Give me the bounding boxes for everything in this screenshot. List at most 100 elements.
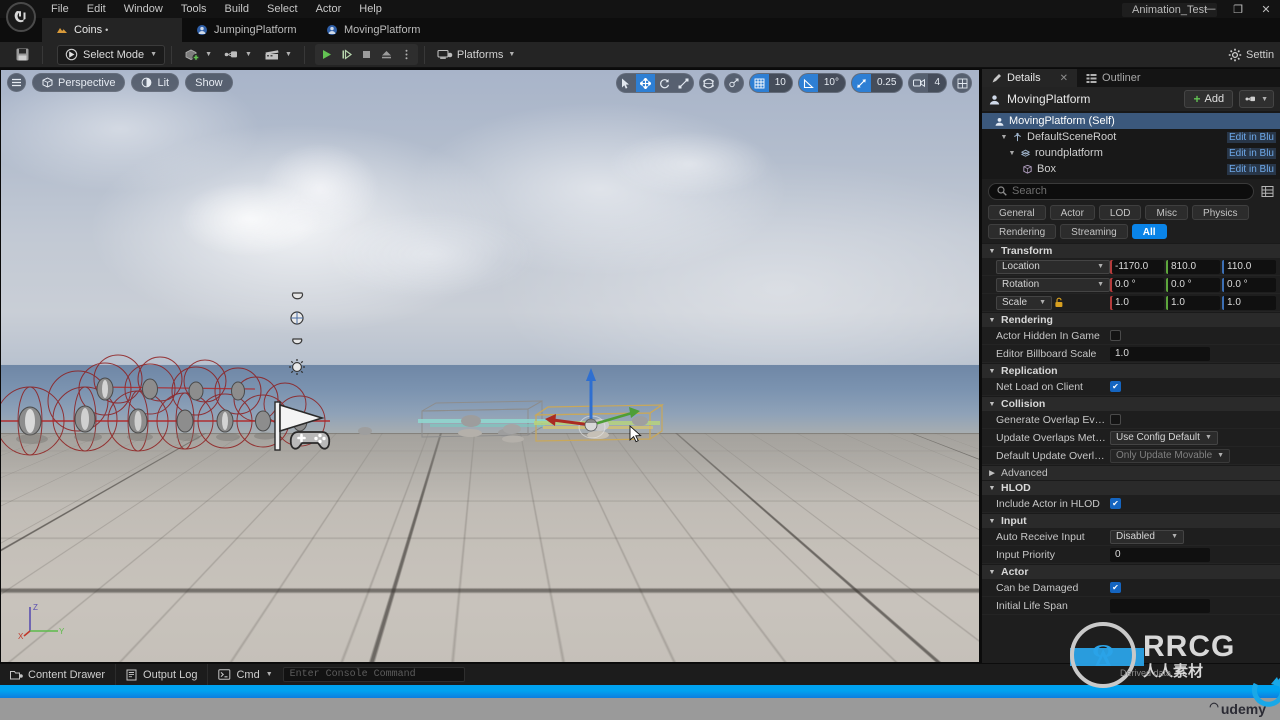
section-header-collision[interactable]: ▼ Collision	[982, 396, 1280, 411]
column-filter-icon[interactable]	[1259, 183, 1275, 199]
console-command-input[interactable]: Enter Console Command	[282, 667, 465, 682]
expand-arrow-icon[interactable]: ▼	[1000, 134, 1008, 141]
chip-general[interactable]: General	[988, 205, 1046, 220]
chip-actor[interactable]: Actor	[1049, 205, 1095, 220]
chip-all[interactable]: All	[1131, 224, 1167, 239]
scale-snap-value[interactable]: 0.25	[870, 74, 903, 92]
initial-life-span-input[interactable]	[1110, 598, 1210, 613]
grid-snap-value[interactable]: 10	[768, 74, 792, 92]
section-header-advanced[interactable]: ▶ Advanced	[982, 465, 1280, 480]
select-tool-button[interactable]	[617, 74, 636, 92]
include-actor-in-hlod-checkbox[interactable]	[1110, 498, 1121, 509]
location-y-input[interactable]: 810.0	[1166, 259, 1220, 274]
chip-physics[interactable]: Physics	[1192, 205, 1249, 220]
editor-mode-selector[interactable]: Select Mode ▼	[57, 44, 166, 65]
component-row-roundplatform[interactable]: ▼ roundplatform Edit in Blu	[982, 145, 1280, 161]
generate-overlap-events-checkbox[interactable]	[1110, 414, 1121, 425]
move-tool-button[interactable]	[635, 74, 655, 92]
level-viewport[interactable]: Perspective Lit Show 10 10° 0.25 4 Z Y X	[0, 69, 980, 663]
scale-tool-button[interactable]	[674, 74, 693, 92]
maximize-button[interactable]: ❐	[1224, 0, 1252, 18]
play-options-button[interactable]	[397, 45, 416, 64]
maximize-viewport-button[interactable]	[952, 73, 972, 93]
rotation-x-input[interactable]: 0.0 °	[1110, 277, 1164, 292]
platforms-button[interactable]: Platforms ▼	[431, 45, 521, 65]
tab-jumpingplatform[interactable]: JumpingPlatform	[182, 18, 312, 42]
expand-arrow-icon[interactable]: ▼	[1008, 150, 1016, 157]
cmd-button[interactable]: Cmd ▼	[208, 664, 276, 686]
search-input[interactable]: Search	[988, 182, 1254, 200]
section-header-transform[interactable]: ▼ Transform	[982, 243, 1280, 258]
component-row-defaultsceneroot[interactable]: ▼ DefaultSceneRoot Edit in Blu	[982, 129, 1280, 145]
eject-button[interactable]	[377, 45, 396, 64]
menu-item-actor[interactable]: Actor	[307, 0, 351, 18]
tab-outliner[interactable]: Outliner	[1077, 69, 1150, 87]
location-z-input[interactable]: 110.0	[1222, 259, 1276, 274]
tab-details[interactable]: Details ✕	[982, 69, 1078, 87]
grid-snap-toggle[interactable]	[749, 74, 769, 92]
menu-item-file[interactable]: File	[42, 0, 78, 18]
settings-button[interactable]: Settin	[1228, 42, 1276, 68]
component-row-box[interactable]: Box Edit in Blu	[982, 161, 1280, 177]
rotation-y-input[interactable]: 0.0 °	[1166, 277, 1220, 292]
camera-speed-icon[interactable]	[909, 74, 928, 92]
edit-in-blueprint-link[interactable]: Edit in Blu	[1226, 147, 1276, 159]
scale-z-input[interactable]: 1.0	[1222, 295, 1276, 310]
scale-y-input[interactable]: 1.0	[1166, 295, 1220, 310]
chip-misc[interactable]: Misc	[1145, 205, 1189, 220]
coordinate-system-button[interactable]	[698, 73, 719, 93]
scale-x-input[interactable]: 1.0	[1110, 295, 1164, 310]
skip-button[interactable]	[337, 45, 356, 64]
unreal-engine-logo-icon[interactable]	[6, 2, 36, 32]
camera-mode-button[interactable]: Perspective	[32, 73, 126, 92]
actor-hidden-in-game-checkbox[interactable]	[1110, 330, 1121, 341]
minimize-button[interactable]: —	[1196, 0, 1224, 18]
section-header-input[interactable]: ▼ Input	[982, 513, 1280, 528]
input-priority-input[interactable]: 0	[1110, 547, 1210, 562]
rotation-dropdown[interactable]: Rotation ▼	[996, 277, 1110, 292]
section-header-actor[interactable]: ▼ Actor	[982, 564, 1280, 579]
show-flags-button[interactable]: Show	[185, 73, 233, 92]
edit-in-blueprint-link[interactable]: Edit in Blu	[1226, 163, 1276, 175]
menu-item-build[interactable]: Build	[216, 0, 258, 18]
section-header-hlod[interactable]: ▼ HLOD	[982, 480, 1280, 495]
angle-snap-value[interactable]: 10°	[817, 74, 845, 92]
section-header-rendering[interactable]: ▼ Rendering	[982, 312, 1280, 327]
menu-item-help[interactable]: Help	[350, 0, 391, 18]
location-dropdown[interactable]: Location ▼	[996, 259, 1110, 274]
editor-billboard-scale-input[interactable]: 1.0	[1110, 346, 1210, 361]
cinematics-button[interactable]: ▼	[258, 45, 298, 65]
component-options-button[interactable]: ▼	[1239, 90, 1274, 108]
close-button[interactable]: ✕	[1252, 0, 1280, 18]
update-overlaps-method-dropdown[interactable]: Use Config Default ▼	[1110, 430, 1218, 445]
can-be-damaged-checkbox[interactable]	[1110, 582, 1121, 593]
save-button[interactable]	[9, 45, 36, 65]
menu-item-tools[interactable]: Tools	[172, 0, 216, 18]
close-icon[interactable]: ✕	[1060, 73, 1068, 84]
net-load-on-client-checkbox[interactable]	[1110, 381, 1121, 392]
content-drawer-button[interactable]: Content Drawer	[0, 663, 117, 686]
tab-coins[interactable]: Coins •	[42, 18, 182, 42]
menu-item-edit[interactable]: Edit	[78, 0, 115, 18]
stop-button[interactable]	[357, 45, 376, 64]
component-row-self[interactable]: MovingPlatform (Self)	[982, 113, 1280, 129]
chip-lod[interactable]: LOD	[1098, 205, 1142, 220]
rotation-z-input[interactable]: 0.0 °	[1222, 277, 1276, 292]
rotate-tool-button[interactable]	[655, 74, 674, 92]
tab-movingplatform[interactable]: MovingPlatform	[312, 18, 442, 42]
angle-snap-toggle[interactable]	[798, 74, 818, 92]
output-log-button[interactable]: Output Log	[116, 663, 209, 686]
view-mode-button[interactable]: Lit	[131, 73, 180, 92]
surface-snap-button[interactable]	[723, 73, 744, 93]
edit-in-blueprint-link[interactable]: Edit in Blu	[1226, 131, 1276, 143]
viewport-menu-button[interactable]	[7, 73, 26, 92]
menu-item-select[interactable]: Select	[258, 0, 307, 18]
chip-streaming[interactable]: Streaming	[1060, 224, 1128, 239]
scale-snap-toggle[interactable]	[851, 74, 871, 92]
blueprints-button[interactable]: ▼	[218, 45, 258, 65]
add-actor-button[interactable]: ▼	[178, 45, 218, 65]
camera-speed-value[interactable]: 4	[928, 74, 946, 92]
chip-rendering[interactable]: Rendering	[988, 224, 1057, 239]
scale-dropdown[interactable]: Scale ▼	[996, 295, 1052, 310]
play-button[interactable]	[317, 45, 336, 64]
